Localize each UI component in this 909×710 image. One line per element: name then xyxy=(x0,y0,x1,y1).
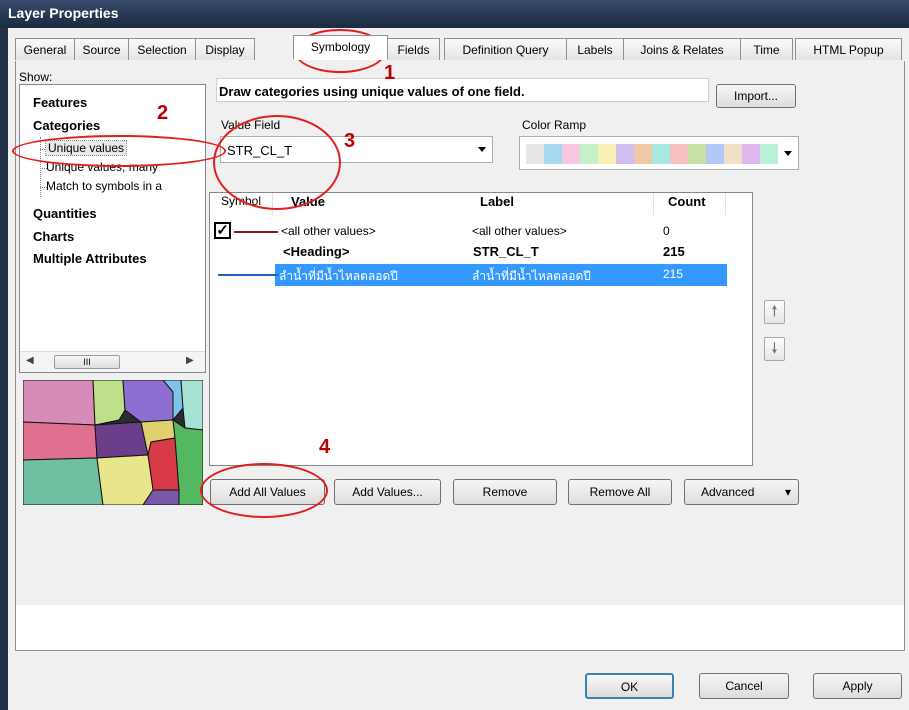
remove-all-button[interactable]: Remove All xyxy=(568,479,672,505)
color-ramp-cell xyxy=(544,144,562,164)
column-divider xyxy=(725,193,726,215)
remove-button[interactable]: Remove xyxy=(453,479,557,505)
annotation-number: 2 xyxy=(157,102,169,124)
tab-joins-relates[interactable]: Joins & Relates xyxy=(623,38,741,60)
color-ramp-cell xyxy=(724,144,742,164)
scroll-right-icon[interactable]: ▶ xyxy=(186,355,194,366)
show-label: Show: xyxy=(19,70,53,84)
table-row-value[interactable]: ลำน้ำที่มีน้ำไหลตลอดปี xyxy=(279,267,398,286)
table-row-label[interactable]: <all other values> xyxy=(472,224,567,238)
dropdown-arrow-icon: ▾ xyxy=(784,485,791,499)
title-bar: Layer Properties xyxy=(0,0,909,28)
import-button[interactable]: Import... xyxy=(716,84,796,108)
color-ramp-cell xyxy=(652,144,670,164)
color-ramp-cell xyxy=(634,144,652,164)
tab-general[interactable]: General xyxy=(15,38,75,60)
tab-display[interactable]: Display xyxy=(195,38,255,60)
tree-horizontal-scrollbar[interactable]: ◀ III ▶ xyxy=(20,351,205,372)
tab-symbology[interactable]: Symbology xyxy=(293,35,388,60)
table-row-count: 215 xyxy=(663,267,684,281)
table-row-value[interactable]: <Heading> xyxy=(283,244,349,259)
color-ramp-cell xyxy=(688,144,706,164)
row-symbol-line xyxy=(218,274,278,276)
annotation-number: 3 xyxy=(344,130,356,152)
tab-definition-query[interactable]: Definition Query xyxy=(444,38,567,60)
scroll-thumb[interactable]: III xyxy=(54,355,120,369)
tab-source[interactable]: Source xyxy=(74,38,129,60)
chevron-down-icon xyxy=(478,147,486,152)
window-title: Layer Properties xyxy=(8,5,119,21)
color-ramp-cell xyxy=(670,144,688,164)
column-header-label[interactable]: Label xyxy=(480,194,514,209)
color-ramp-cell xyxy=(706,144,724,164)
move-down-arrow-icon[interactable]: 🠗 xyxy=(764,337,785,361)
advanced-button-label: Advanced xyxy=(701,485,755,499)
column-divider xyxy=(653,193,654,215)
table-row-value[interactable]: <all other values> xyxy=(281,224,376,238)
tree-charts[interactable]: Charts xyxy=(33,229,74,244)
annotation-number: 4 xyxy=(319,436,331,458)
annotation-ellipse-value-field xyxy=(213,115,341,210)
color-ramp-dropdown[interactable] xyxy=(519,136,799,170)
annotation-ellipse-unique-values xyxy=(12,135,226,167)
annotation-ellipse-add-all-values xyxy=(200,463,328,518)
color-ramp-cell xyxy=(526,144,544,164)
color-ramp-cell xyxy=(562,144,580,164)
tree-quantities[interactable]: Quantities xyxy=(33,206,97,221)
color-ramp-label: Color Ramp xyxy=(522,118,587,132)
cancel-button[interactable]: Cancel xyxy=(699,673,789,699)
map-preview xyxy=(23,380,203,505)
tab-selection[interactable]: Selection xyxy=(128,38,196,60)
chevron-down-icon xyxy=(784,151,792,156)
add-values-button[interactable]: Add Values... xyxy=(334,479,441,505)
annotation-number: 1 xyxy=(384,62,396,84)
move-up-arrow-icon[interactable]: 🠕 xyxy=(764,300,785,324)
table-row-count: 0 xyxy=(663,224,670,238)
tree-categories[interactable]: Categories xyxy=(33,118,100,133)
window-frame-left xyxy=(0,28,8,710)
apply-button[interactable]: Apply xyxy=(813,673,902,699)
column-header-count[interactable]: Count xyxy=(668,194,706,209)
table-row-label[interactable]: STR_CL_T xyxy=(473,244,539,259)
table-row-count: 215 xyxy=(663,244,685,259)
tab-html-popup[interactable]: HTML Popup xyxy=(795,38,902,60)
scroll-left-icon[interactable]: ◀ xyxy=(26,355,34,366)
color-ramp-cell xyxy=(598,144,616,164)
tree-multiple-attributes[interactable]: Multiple Attributes xyxy=(33,251,147,266)
tree-match-to-symbols[interactable]: Match to symbols in a xyxy=(46,179,162,193)
color-ramp-cell xyxy=(616,144,634,164)
tab-time[interactable]: Time xyxy=(740,38,793,60)
all-other-values-checkbox[interactable]: ✓ xyxy=(214,222,231,239)
description-text: Draw categories using unique values of o… xyxy=(216,78,709,102)
tree-features[interactable]: Features xyxy=(33,95,87,110)
row-symbol-line xyxy=(234,231,278,233)
color-ramp-cell xyxy=(742,144,760,164)
color-ramp-cell xyxy=(760,144,778,164)
table-row-label[interactable]: ลำน้ำที่มีน้ำไหลตลอดปี xyxy=(472,267,591,286)
tab-fields[interactable]: Fields xyxy=(387,38,440,60)
advanced-button[interactable]: Advanced ▾ xyxy=(684,479,799,505)
ok-button[interactable]: OK xyxy=(585,673,674,699)
color-ramp-cell xyxy=(580,144,598,164)
show-tree: Features Categories Unique values Unique… xyxy=(19,84,206,373)
map-preview-image xyxy=(23,380,203,505)
tab-labels[interactable]: Labels xyxy=(566,38,624,60)
